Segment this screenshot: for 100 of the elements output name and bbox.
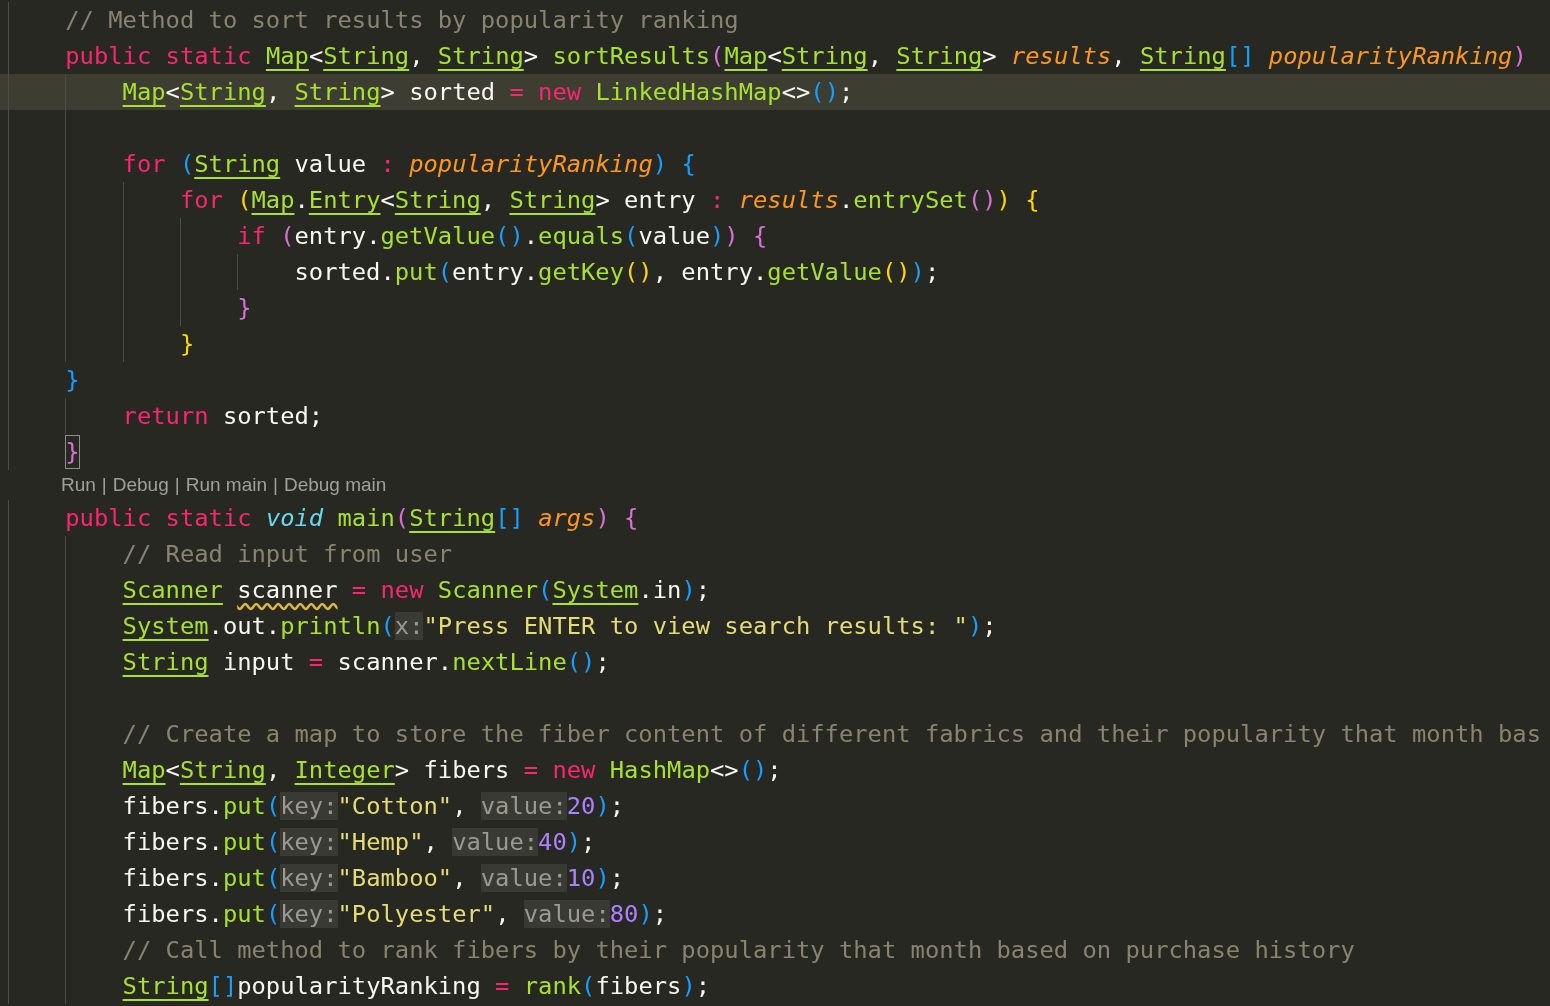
inlay-hint: key:	[280, 864, 338, 892]
code-text: <	[165, 77, 180, 108]
number-literal: 20	[566, 791, 596, 822]
number-literal: 40	[538, 827, 567, 858]
code-keyword: new	[538, 77, 582, 108]
inlay-hint: value:	[452, 828, 539, 856]
code-bracket: (	[237, 185, 252, 216]
function-name: nextLine	[452, 647, 567, 678]
code-operator: =	[351, 575, 367, 606]
code-text: ,	[265, 755, 281, 786]
function-name: println	[280, 611, 381, 642]
code-bracket: )	[652, 149, 668, 180]
parameter-name: args	[538, 503, 596, 534]
code-text: ,	[423, 827, 438, 858]
code-bracket: (	[265, 863, 281, 894]
code-keyword: new	[380, 575, 424, 606]
code-keyword: if	[237, 221, 266, 252]
code-bracket: (	[538, 575, 553, 606]
code-text: ,	[867, 41, 882, 72]
code-bracket: )	[681, 971, 696, 1002]
code-bracket: (	[265, 899, 281, 930]
type-name: String	[409, 503, 496, 534]
type-name: Integer	[294, 755, 395, 786]
code-bracket: (	[710, 41, 725, 72]
type-name: String	[437, 41, 524, 72]
type-name: String	[509, 185, 596, 216]
string-literal: "Press ENTER to view search results: "	[423, 611, 968, 642]
type-name: Scanner	[122, 575, 223, 606]
code-text: ;	[581, 827, 596, 858]
code-text: ;	[609, 863, 625, 894]
type-name: Entry	[308, 185, 381, 216]
separator-text: |	[101, 473, 107, 497]
code-comment: // Create a map to store the fiber content of different fabrics and their popularity that month bas	[122, 719, 1541, 750]
code-text: fibers	[595, 971, 682, 1002]
code-operator: :	[380, 149, 395, 180]
function-name: put	[222, 863, 266, 894]
code-text: popularityRanking	[237, 971, 481, 1002]
code-text: ;	[609, 791, 625, 822]
code-operator: =	[495, 971, 510, 1002]
code-text: > entry	[595, 185, 696, 216]
type-name: String	[179, 77, 266, 108]
number-literal: 80	[609, 899, 639, 930]
code-bracket: )	[967, 611, 983, 642]
code-lens-link[interactable]: Debug main	[283, 470, 387, 500]
code-bracket: )	[638, 899, 653, 930]
code-text: .	[294, 185, 309, 216]
separator-text: |	[273, 473, 278, 497]
code-bracket: (	[380, 611, 395, 642]
code-keyword: static	[165, 41, 252, 72]
code-bracket: ()	[495, 221, 524, 252]
code-text: ,	[409, 41, 424, 72]
code-text: <>	[710, 755, 739, 786]
code-text: ;	[652, 899, 668, 930]
code-bracket: )	[595, 503, 610, 534]
code-text: .in	[638, 575, 682, 606]
code-bracket: )	[724, 221, 739, 252]
code-text: ,	[265, 77, 281, 108]
code-keyword: new	[552, 755, 596, 786]
code-bracket: )	[1512, 41, 1527, 72]
string-literal: "Hemp"	[337, 827, 424, 858]
code-text: input	[222, 647, 295, 678]
code-keyword: public	[65, 503, 152, 534]
code-lens-link[interactable]: Debug	[112, 470, 169, 500]
code-bracket: (	[394, 503, 410, 534]
code-bracket: (	[265, 827, 281, 858]
function-name: put	[222, 899, 266, 930]
type-name: Map	[265, 41, 309, 72]
code-text: ,	[1111, 41, 1126, 72]
code-bracket: []	[1225, 41, 1255, 72]
function-name: entrySet	[853, 185, 968, 216]
code-bracket: ()	[810, 77, 839, 108]
string-literal: "Cotton"	[337, 791, 453, 822]
inlay-hint: x:	[394, 612, 424, 640]
code-text: ,	[452, 863, 467, 894]
function-name: LinkedHashMap	[595, 77, 782, 108]
code-bracket: ()	[624, 257, 653, 288]
code-bracket: )	[910, 257, 925, 288]
inlay-hint: key:	[280, 792, 338, 820]
code-text: sorted.	[294, 257, 395, 288]
inlay-hint: key:	[280, 828, 338, 856]
inlay-hint: value:	[480, 864, 567, 892]
code-bracket: }	[65, 435, 80, 469]
function-name: getValue	[380, 221, 496, 252]
function-name: put	[222, 827, 266, 858]
parameter-name: popularityRanking	[1268, 41, 1513, 72]
code-lens-link[interactable]: Run main	[185, 470, 267, 500]
string-literal: "Bamboo"	[337, 863, 453, 894]
code-bracket: {	[624, 503, 639, 534]
function-name: put	[394, 257, 438, 288]
code-text: scanner	[237, 575, 338, 606]
code-text: ,	[452, 791, 467, 822]
code-lens-link[interactable]: Run	[60, 470, 96, 500]
inlay-hint: key:	[280, 900, 338, 928]
code-bracket: (	[624, 221, 639, 252]
function-name: main	[337, 503, 395, 534]
code-comment: // Call method to rank fibers by their popularity that month based on purchase history	[122, 935, 1355, 966]
type-name: System	[552, 575, 639, 606]
code-bracket: )	[710, 221, 725, 252]
code-text: .	[523, 221, 539, 252]
type-name: String	[394, 185, 481, 216]
